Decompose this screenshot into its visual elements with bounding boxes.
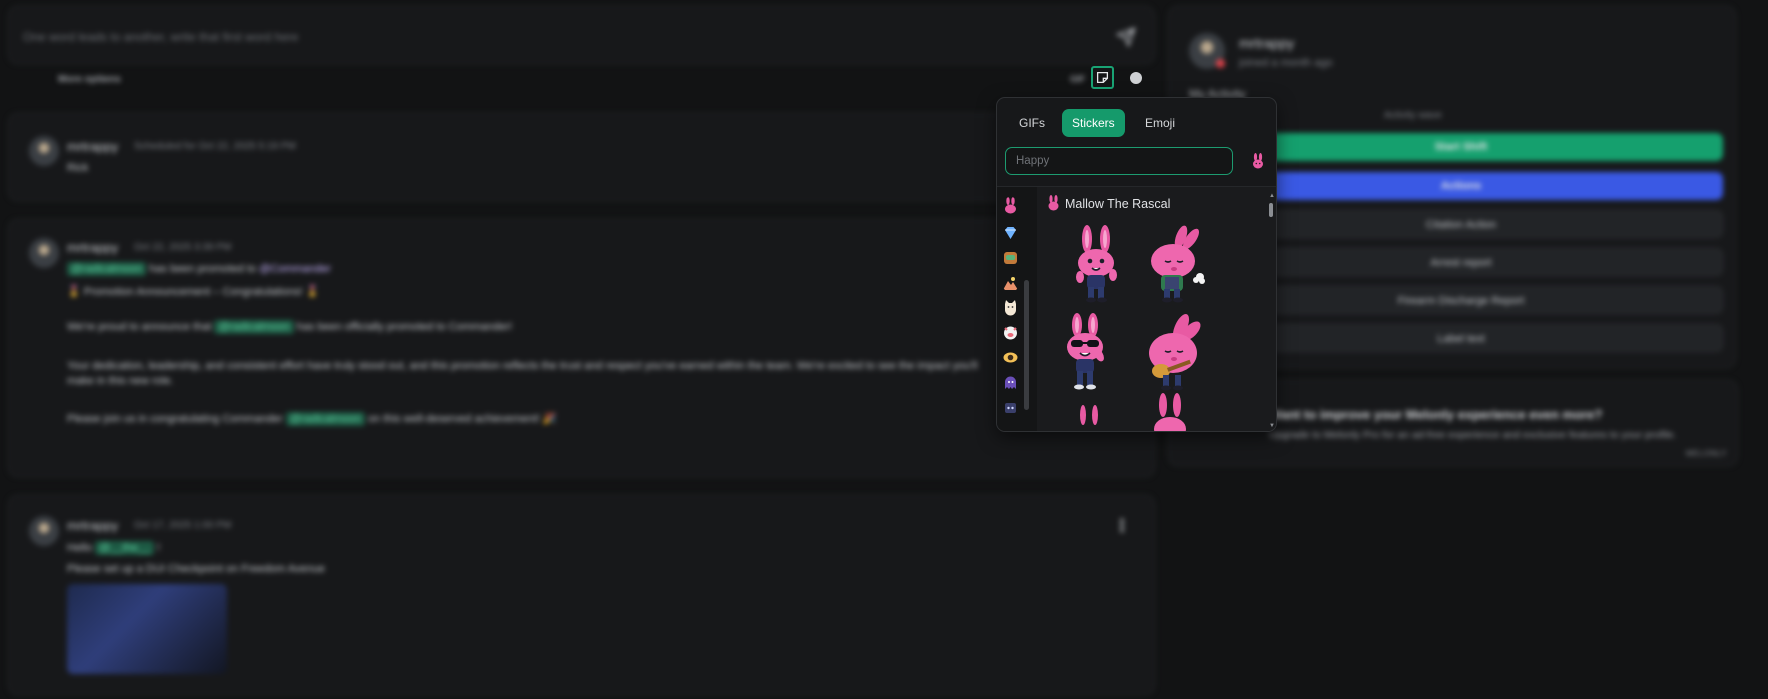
- sticker-search-input[interactable]: [1005, 147, 1233, 175]
- sticker-pack-title: Mallow The Rascal: [1065, 197, 1171, 211]
- profile-joined: joined a month ago: [1239, 57, 1333, 69]
- label-text-button[interactable]: Label text: [1199, 324, 1723, 352]
- scroll-up-icon[interactable]: ▲: [1269, 193, 1275, 199]
- profile-name: mrtrappy: [1239, 35, 1295, 51]
- post-line: Please set up a DUI Checkpoint on Freedo…: [67, 563, 325, 575]
- status-dot: [1216, 59, 1225, 68]
- post-line-text: !: [157, 542, 161, 554]
- post-image[interactable]: [67, 584, 227, 674]
- sticker-bunny-partial[interactable]: [1147, 391, 1197, 431]
- category-pig-icon[interactable]: [1002, 324, 1019, 341]
- start-shift-button[interactable]: Start Shift: [1199, 133, 1723, 161]
- post-meta: Scheduled for Oct 22, 2025 5:19 PM: [134, 141, 296, 152]
- composer-placeholder[interactable]: One word leads to another, write that fi…: [23, 30, 298, 44]
- post-checkpoint: mrtrappy Oct 17, 2025 1:00 PM Hello @__t…: [8, 495, 1155, 695]
- post-username[interactable]: mrtrappy: [67, 518, 118, 533]
- role-mention[interactable]: @Commander: [259, 263, 331, 275]
- options-bar: More options ⌄ GIF: [8, 68, 1153, 92]
- emoji-icon[interactable]: [1130, 72, 1142, 84]
- mention[interactable]: @radicalmoon: [214, 320, 294, 334]
- firearm-report-button[interactable]: Firearm Discharge Report: [1199, 286, 1723, 314]
- sticker-bunny-cool[interactable]: [1053, 313, 1119, 391]
- post-line-text: has been officially promoted to Commande…: [296, 321, 513, 333]
- sticker-grid: Mallow The Rascal ▲ ▼: [1037, 187, 1276, 431]
- bunny-icon[interactable]: [1251, 153, 1265, 169]
- post-line-text: Hello: [67, 542, 93, 554]
- composer[interactable]: One word leads to another, write that fi…: [8, 6, 1155, 64]
- category-eye-icon[interactable]: [1002, 349, 1019, 366]
- gif-button[interactable]: GIF: [1070, 74, 1085, 84]
- sticker-bunny-partial[interactable]: [1071, 403, 1111, 431]
- send-icon[interactable]: [1116, 27, 1136, 47]
- sticker-bunny-wave[interactable]: [1063, 225, 1129, 303]
- more-vertical-icon[interactable]: [1120, 518, 1124, 532]
- category-diamond-icon[interactable]: [1002, 224, 1019, 241]
- activity-wave-label: Activity wave: [1384, 110, 1442, 121]
- post-line: 🎖️ Promotion Announcement – Congratulati…: [67, 286, 320, 298]
- post-line: Your dedication, leadership, and consist…: [67, 360, 978, 372]
- post-line-text: has been promoted to: [149, 263, 257, 275]
- post-line-text: on this well-deserved achievement! 🎉: [368, 413, 557, 425]
- citation-action-button[interactable]: Citation Action: [1199, 210, 1723, 238]
- promo-title: Want to improve your Melonly experience …: [1269, 407, 1603, 422]
- post-line-text: Please join us in congratulating Command…: [67, 413, 283, 425]
- post-line: Hello @__the__ !: [67, 541, 161, 555]
- tab-gifs[interactable]: GIFs: [1009, 109, 1055, 137]
- avatar: [29, 516, 59, 546]
- mention[interactable]: @__the__: [95, 541, 155, 555]
- category-ghost-icon[interactable]: [1002, 374, 1019, 391]
- avatar: [29, 238, 59, 268]
- category-bunny-icon[interactable]: [1002, 197, 1019, 214]
- post-username[interactable]: mrtrappy: [67, 240, 118, 255]
- post-meta: Oct 17, 2025 1:00 PM: [134, 520, 232, 531]
- post-announcement: mrtrappy Oct 22, 2025 3:39 PM @radicalmo…: [8, 219, 1155, 477]
- post-line: make in this new role.: [67, 375, 174, 387]
- mention[interactable]: @radicalmoon: [67, 262, 147, 276]
- post-line-text: We're proud to announce that: [67, 321, 212, 333]
- post-username[interactable]: mrtrappy: [67, 139, 118, 154]
- tab-emoji[interactable]: Emoji: [1135, 109, 1185, 137]
- avatar: [29, 136, 59, 166]
- pack-bunny-icon: [1048, 195, 1059, 211]
- scroll-down-icon[interactable]: ▼: [1269, 423, 1275, 429]
- post-line: @radicalmoon has been promoted to @Comma…: [67, 262, 331, 276]
- sticker-bunny-treat[interactable]: [1143, 225, 1209, 303]
- category-scrollbar[interactable]: [1024, 280, 1029, 410]
- tab-stickers[interactable]: Stickers: [1062, 109, 1125, 137]
- category-cat-icon[interactable]: [1002, 299, 1019, 316]
- post-scheduled: mrtrappy Scheduled for Oct 22, 2025 5:19…: [8, 113, 1155, 201]
- promo-subtitle: Upgrade to Melonly Pro for an ad-free ex…: [1269, 429, 1677, 441]
- sticker-picker: GIFs Stickers Emoji Happy Mallow The Ras…: [996, 97, 1277, 432]
- mention[interactable]: @radicalmoon: [285, 412, 365, 426]
- category-creature-icon[interactable]: [1002, 249, 1019, 266]
- scrollbar-thumb[interactable]: [1269, 203, 1273, 217]
- promo-tag: MELONLY: [1685, 449, 1727, 458]
- sticker-bunny-guitar[interactable]: [1141, 313, 1207, 391]
- actions-button[interactable]: Actions: [1199, 172, 1723, 200]
- arrest-report-button[interactable]: Arrest report: [1199, 248, 1723, 276]
- post-line: Please join us in congratulating Command…: [67, 412, 557, 426]
- background-app: One word leads to another, write that fi…: [0, 0, 1768, 699]
- sticker-category-list: [997, 187, 1037, 431]
- post-line: We're proud to announce that @radicalmoo…: [67, 320, 513, 334]
- sticker-icon: [1096, 71, 1109, 84]
- category-mountain-icon[interactable]: [1002, 275, 1019, 292]
- sticker-scrollbar[interactable]: ▲ ▼: [1269, 193, 1275, 429]
- category-robot-icon[interactable]: [1002, 399, 1019, 416]
- sticker-button[interactable]: [1091, 66, 1114, 89]
- more-options-button[interactable]: More options: [58, 74, 121, 85]
- chevron-down-icon: ⌄: [100, 73, 108, 83]
- post-meta: Oct 22, 2025 3:39 PM: [134, 242, 232, 253]
- post-text: Rick: [67, 162, 89, 174]
